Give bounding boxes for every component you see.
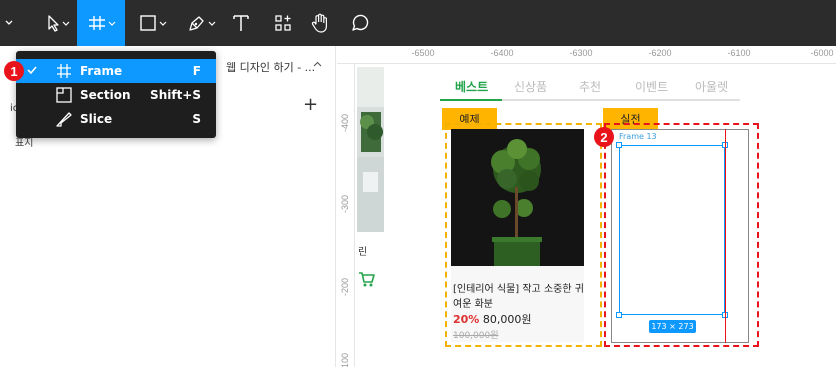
move-tool-button[interactable] <box>34 0 76 46</box>
ruler-tick: -300 <box>340 194 350 213</box>
slice-knife-icon <box>56 112 72 127</box>
product-title: [인테리어 식물] 작고 소중한 귀여운 화분 <box>453 284 584 310</box>
menu-item-shortcut: F <box>192 64 201 78</box>
menu-item-shortcut: S <box>192 112 201 126</box>
text-tool-button[interactable] <box>226 0 256 46</box>
ruler-tick: -100 <box>340 352 350 367</box>
menu-item-frame[interactable]: Frame F <box>16 59 216 83</box>
interior-photo <box>357 67 384 232</box>
resize-handle-top-left[interactable] <box>616 142 622 148</box>
frame-name-label[interactable]: Frame 13 <box>619 132 657 141</box>
menu-item-slice[interactable]: Slice S <box>16 107 216 131</box>
step-badge-2: 2 <box>594 127 614 147</box>
ruler-tick: -6300 <box>569 48 593 58</box>
figma-editor: 웹 디자인 하기 - ... + ic 표지 Frame F Section S… <box>0 0 836 367</box>
pointer-arrow-icon <box>48 15 70 32</box>
add-page-button[interactable]: + <box>303 96 318 114</box>
frame-13-selection[interactable] <box>619 145 725 315</box>
ruler-vertical: -400 -300 -200 -100 <box>337 64 355 367</box>
sale-price: 80,000원 <box>482 313 532 326</box>
tab-event[interactable]: 이벤트 <box>635 78 668 95</box>
ruler-tick: -6000 <box>810 48 834 58</box>
resize-handle-bottom-left[interactable] <box>616 312 622 318</box>
toolbar <box>0 0 836 46</box>
frame-preview-strip[interactable] <box>357 67 384 232</box>
ruler-tick: -6200 <box>648 48 672 58</box>
tab-best[interactable]: 베스트 <box>455 78 488 95</box>
menu-item-label: Section <box>80 88 131 102</box>
ruler-tick: -6400 <box>490 48 514 58</box>
menu-item-shortcut: Shift+S <box>150 88 201 102</box>
product-image[interactable] <box>451 129 584 266</box>
frame-strip-label: 린 <box>358 247 368 258</box>
frame-tool-button[interactable] <box>77 0 125 46</box>
frame-tool-menu: Frame F Section Shift+S Slice S <box>16 51 216 138</box>
menu-item-section[interactable]: Section Shift+S <box>16 83 216 107</box>
ruler-horizontal: -6500 -6400 -6300 -6200 -6100 -6000 <box>337 46 836 64</box>
section-icon <box>56 87 72 103</box>
resources-tool-button[interactable] <box>268 0 298 46</box>
active-tab-indicator <box>440 99 502 101</box>
hand-tool-button[interactable] <box>305 0 335 46</box>
original-price: 100,000원 <box>453 331 499 341</box>
components-icon <box>275 15 291 31</box>
category-tabs: 베스트 신상품 추천 이벤트 아울렛 <box>440 74 740 101</box>
tab-outlet[interactable]: 아울렛 <box>695 78 728 95</box>
frame-hash-icon <box>57 64 71 78</box>
plant-photo <box>451 129 584 266</box>
menu-item-label: Frame <box>80 64 123 78</box>
product-price-row: 20% 80,000원 <box>453 311 531 327</box>
pen-icon <box>189 16 216 31</box>
comment-bubble-icon <box>352 14 369 31</box>
ruler-tick: -6100 <box>727 48 751 58</box>
tab-new[interactable]: 신상품 <box>514 78 547 95</box>
rectangle-icon <box>140 15 167 31</box>
ruler-tick: -400 <box>340 113 350 132</box>
ruler-tick: -200 <box>340 277 350 296</box>
alignment-guide <box>725 129 726 343</box>
chevron-up-icon[interactable] <box>313 61 322 67</box>
page-title[interactable]: 웹 디자인 하기 - ... <box>226 59 315 75</box>
step-badge-1: 1 <box>4 61 24 81</box>
tab-recommend[interactable]: 추천 <box>579 78 601 95</box>
check-icon <box>27 66 37 75</box>
chevron-down-icon[interactable] <box>0 0 18 46</box>
cart-icon <box>359 272 375 287</box>
text-t-icon <box>233 15 249 31</box>
comment-tool-button[interactable] <box>345 0 375 46</box>
frame-size-label: 173 × 273 <box>649 320 696 333</box>
menu-item-label: Slice <box>80 112 113 126</box>
shape-tool-button[interactable] <box>133 0 173 46</box>
pen-tool-button[interactable] <box>180 0 222 46</box>
ruler-tick: -6500 <box>411 48 435 58</box>
hand-icon <box>311 13 327 33</box>
frame-hash-icon <box>89 16 116 30</box>
discount-rate: 20% <box>453 313 480 326</box>
